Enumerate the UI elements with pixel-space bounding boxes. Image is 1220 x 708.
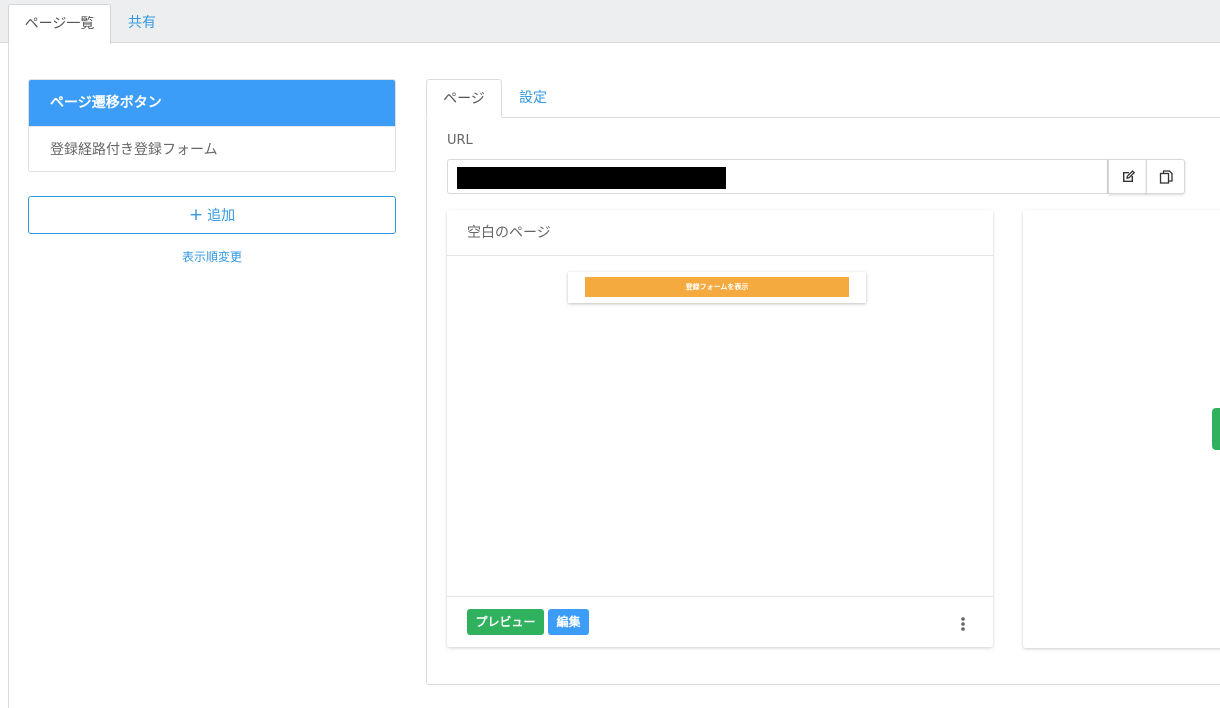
copy-icon — [1159, 169, 1173, 184]
plus-icon: + — [188, 205, 204, 225]
page-list: ページ遷移ボタン 登録経路付き登録フォーム — [28, 79, 396, 172]
tab-settings[interactable]: 設定 — [519, 79, 547, 118]
content-left-border — [8, 43, 9, 708]
copy-url-button[interactable] — [1146, 159, 1185, 194]
url-value-redacted: (redacted) — [457, 167, 726, 189]
url-label: URL — [447, 133, 473, 148]
page-card-partial — [1023, 210, 1220, 648]
page-list-item[interactable]: ページ遷移ボタン — [29, 80, 395, 126]
top-tab-bar — [0, 0, 1220, 43]
tab-share[interactable]: 共有 — [112, 4, 172, 44]
reorder-link[interactable]: 表示順変更 — [28, 248, 396, 265]
page-thumbnail: 登録フォームを表示 — [568, 272, 866, 303]
add-button-label: 追加 — [207, 208, 236, 224]
tab-page-list[interactable]: ページ一覧 — [8, 4, 111, 44]
tab-page[interactable]: ページ — [426, 79, 502, 118]
partial-green-button[interactable] — [1212, 408, 1220, 450]
edit-url-button[interactable] — [1108, 159, 1147, 194]
page-card: 空白のページ 登録フォームを表示 プレビュー 編集 — [447, 210, 993, 647]
preview-button[interactable]: プレビュー — [467, 609, 544, 635]
more-vertical-icon[interactable] — [953, 613, 973, 635]
edit-button[interactable]: 編集 — [548, 609, 589, 635]
page-list-item[interactable]: 登録経路付き登録フォーム — [29, 126, 395, 171]
card-title: 空白のページ — [447, 210, 993, 256]
url-field[interactable]: (redacted) — [447, 159, 1108, 194]
edit-icon — [1122, 169, 1135, 182]
card-footer: プレビュー 編集 — [447, 596, 993, 647]
card-thumbnail-area: 登録フォームを表示 — [447, 256, 993, 596]
add-page-button[interactable]: + 追加 — [28, 196, 396, 234]
thumbnail-form-button: 登録フォームを表示 — [585, 277, 849, 297]
